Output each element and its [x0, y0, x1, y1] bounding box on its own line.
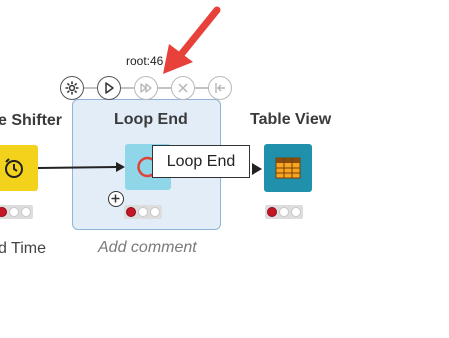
- shifter-node-title: e Shifter: [0, 112, 63, 129]
- connection-line: [37, 162, 125, 172]
- close-icon: [178, 83, 188, 93]
- node-tooltip: Loop End: [152, 145, 250, 178]
- reset-icon: [215, 83, 225, 93]
- annotation-arrow-icon: [163, 6, 221, 74]
- status-light-green: [21, 207, 31, 217]
- status-light-red: [126, 207, 136, 217]
- table-icon: [275, 157, 301, 179]
- play-icon: [105, 82, 114, 94]
- loop-end-status-lights: [124, 205, 162, 219]
- shifter-status-lights: [0, 205, 33, 219]
- status-light-yellow: [138, 207, 148, 217]
- configure-button[interactable]: [60, 76, 84, 100]
- execute-button[interactable]: [97, 76, 121, 100]
- loop-end-node-title: Loop End: [114, 111, 188, 128]
- table-view-status-lights: [265, 205, 303, 219]
- status-light-green: [150, 207, 160, 217]
- status-light-red: [0, 207, 7, 217]
- status-light-green: [291, 207, 301, 217]
- clock-shift-icon: [5, 158, 23, 178]
- shifter-node-icon[interactable]: [0, 145, 38, 191]
- status-light-red: [267, 207, 277, 217]
- plus-icon: [111, 194, 120, 203]
- add-port-button[interactable]: [108, 191, 124, 207]
- status-light-yellow: [279, 207, 289, 217]
- add-comment-label[interactable]: Add comment: [98, 239, 197, 257]
- table-view-node-icon[interactable]: [264, 144, 312, 192]
- status-light-yellow: [9, 207, 19, 217]
- table-view-node-title: Table View: [250, 111, 332, 128]
- gear-icon: [65, 81, 79, 95]
- shifter-node-comment: d Time: [0, 240, 47, 257]
- step-loop-icon: [140, 83, 152, 93]
